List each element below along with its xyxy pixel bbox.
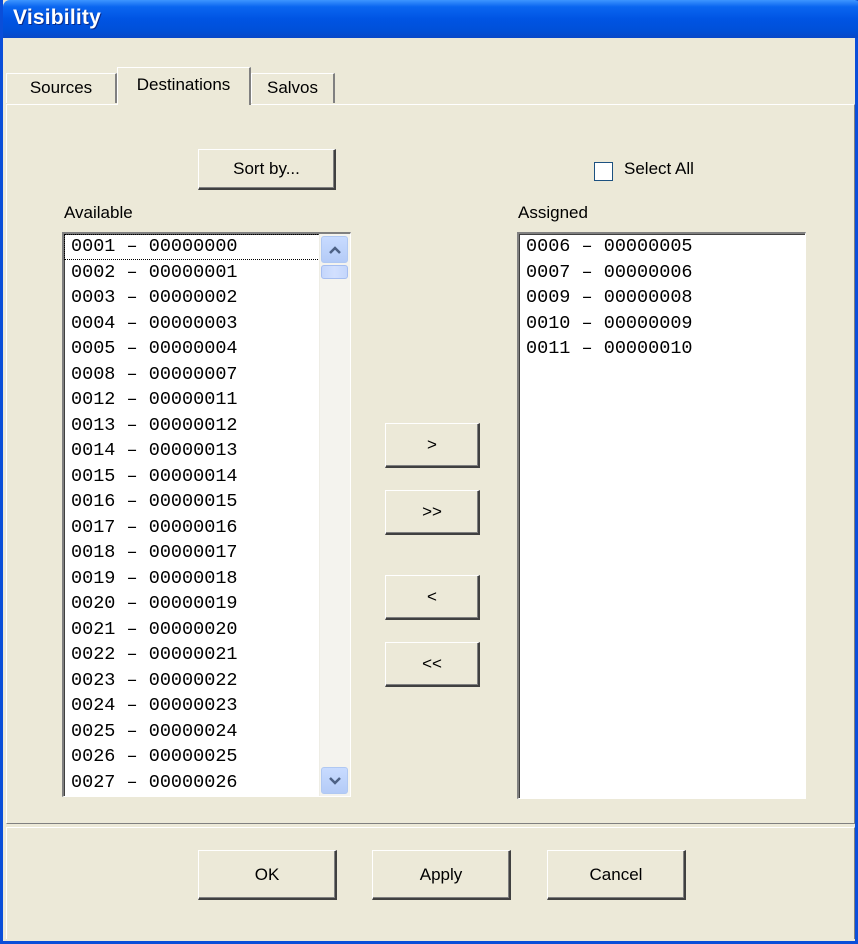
available-scrollbar[interactable]	[319, 234, 350, 796]
select-all-label[interactable]: Select All	[624, 159, 694, 179]
sort-by-button[interactable]: Sort by...	[198, 149, 336, 190]
list-item[interactable]: 0002 – 00000001	[64, 260, 350, 286]
list-item[interactable]: 0006 – 00000005	[519, 234, 805, 260]
list-item[interactable]: 0007 – 00000006	[519, 260, 805, 286]
tab-salvos[interactable]: Salvos	[251, 73, 335, 103]
list-item[interactable]: 0014 – 00000013	[64, 438, 350, 464]
list-item[interactable]: 0015 – 00000014	[64, 464, 350, 490]
list-item[interactable]: 0021 – 00000020	[64, 617, 350, 643]
scroll-up-button[interactable]	[321, 236, 348, 263]
list-item[interactable]: 0004 – 00000003	[64, 311, 350, 337]
available-list[interactable]: 0001 – 00000000 0002 – 00000001 0003 – 000…	[62, 232, 351, 797]
list-item[interactable]: 0019 – 00000018	[64, 566, 350, 592]
list-item[interactable]: 0017 – 00000016	[64, 515, 350, 541]
list-item[interactable]: 0009 – 00000008	[519, 285, 805, 311]
list-item[interactable]: 0011 – 00000010	[519, 336, 805, 362]
chevron-up-icon	[328, 245, 341, 254]
assigned-label: Assigned	[518, 203, 588, 222]
list-item[interactable]: 0025 – 00000024	[64, 719, 350, 745]
list-item[interactable]: 0020 – 00000019	[64, 591, 350, 617]
available-label: Available	[64, 203, 133, 222]
select-all-checkbox[interactable]	[594, 162, 613, 181]
window-title: Visibility	[13, 6, 101, 29]
assigned-list[interactable]: 0006 – 00000005 0007 – 00000006 0009 – 000…	[517, 232, 806, 799]
remove-all-button[interactable]: <<	[385, 642, 480, 687]
list-item[interactable]: 0018 – 00000017	[64, 540, 350, 566]
assigned-items: 0006 – 00000005 0007 – 00000006 0009 – 000…	[519, 234, 805, 362]
list-item[interactable]: 0027 – 00000026	[64, 770, 350, 796]
list-item[interactable]: 0001 – 00000000	[64, 234, 350, 260]
list-item[interactable]: 0010 – 00000009	[519, 311, 805, 337]
visibility-dialog: Visibility Sources Destinations Salvos S…	[0, 0, 858, 944]
title-bar[interactable]: Visibility	[3, 0, 858, 38]
tab-sources[interactable]: Sources	[6, 73, 117, 103]
list-item[interactable]: 0023 – 00000022	[64, 668, 350, 694]
add-all-button[interactable]: >>	[385, 490, 480, 535]
scroll-down-button[interactable]	[321, 767, 348, 794]
list-item[interactable]: 0016 – 00000015	[64, 489, 350, 515]
list-item[interactable]: 0024 – 00000023	[64, 693, 350, 719]
apply-button[interactable]: Apply	[372, 850, 511, 900]
list-item[interactable]: 0012 – 00000011	[64, 387, 350, 413]
add-button[interactable]: >	[385, 423, 480, 468]
list-item[interactable]: 0013 – 00000012	[64, 413, 350, 439]
ok-button[interactable]: OK	[198, 850, 337, 900]
list-item[interactable]: 0005 – 00000004	[64, 336, 350, 362]
list-item[interactable]: 0028 – 00000027	[64, 795, 350, 796]
scroll-thumb[interactable]	[321, 265, 348, 279]
list-item[interactable]: 0026 – 00000025	[64, 744, 350, 770]
remove-button[interactable]: <	[385, 575, 480, 620]
list-item[interactable]: 0008 – 00000007	[64, 362, 350, 388]
chevron-down-icon	[328, 776, 341, 785]
list-item[interactable]: 0003 – 00000002	[64, 285, 350, 311]
cancel-button[interactable]: Cancel	[547, 850, 686, 900]
available-items: 0001 – 00000000 0002 – 00000001 0003 – 000…	[64, 234, 350, 796]
tab-destinations[interactable]: Destinations	[117, 67, 251, 105]
list-item[interactable]: 0022 – 00000021	[64, 642, 350, 668]
